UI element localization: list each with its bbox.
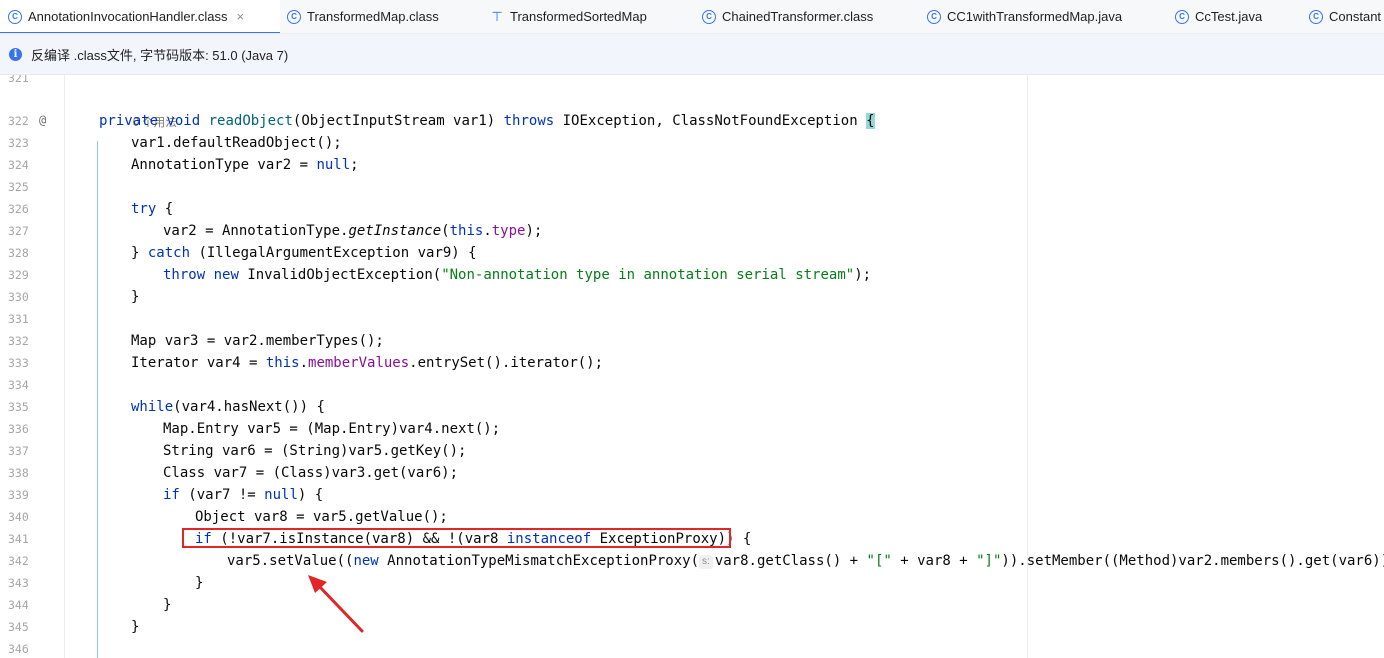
- class-icon: C: [287, 9, 301, 24]
- tab-label: CcTest.java: [1195, 9, 1263, 24]
- tab-transformed-map[interactable]: C TransformedMap.class: [287, 0, 439, 33]
- red-arrow-annotation: [308, 575, 364, 633]
- tab-annotation-invocation-handler[interactable]: C AnnotationInvocationHandler.class ×: [0, 0, 280, 33]
- tab-label: TransformedSortedMap: [510, 9, 647, 24]
- tab-transformed-sorted-map[interactable]: ⊤ TransformedSortedMap: [490, 0, 647, 33]
- info-icon: i: [9, 47, 22, 61]
- class-icon: C: [702, 9, 716, 24]
- tab-chained-transformer[interactable]: C ChainedTransformer.class: [702, 0, 873, 33]
- interface-icon: ⊤: [491, 8, 503, 24]
- editor-tab-bar: C AnnotationInvocationHandler.class × C …: [0, 0, 1384, 34]
- decompiled-info-banner: i 反编译 .class文件, 字节码版本: 51.0 (Java 7): [0, 34, 1384, 75]
- banner-text: 反编译 .class文件, 字节码版本: 51.0 (Java 7): [31, 47, 289, 63]
- tab-label: ChainedTransformer.class: [722, 9, 874, 24]
- tab-label: CC1withTransformedMap.java: [947, 9, 1123, 24]
- class-icon: C: [1175, 9, 1189, 24]
- code-editor[interactable]: 321 322 323 324 325 326 327 328 329 330 …: [0, 75, 1384, 658]
- tab-cc-test[interactable]: C CcTest.java: [1175, 0, 1262, 33]
- tab-label: Constant: [1329, 9, 1382, 24]
- class-icon: C: [927, 9, 941, 24]
- class-icon: C: [8, 9, 22, 24]
- class-icon: C: [1309, 9, 1323, 24]
- tab-label: TransformedMap.class: [307, 9, 439, 24]
- close-icon[interactable]: ×: [236, 9, 244, 24]
- tab-label: AnnotationInvocationHandler.class: [28, 9, 228, 24]
- tab-constant[interactable]: C Constant: [1309, 0, 1381, 33]
- tab-cc1-with-transformed-map[interactable]: C CC1withTransformedMap.java: [927, 0, 1122, 33]
